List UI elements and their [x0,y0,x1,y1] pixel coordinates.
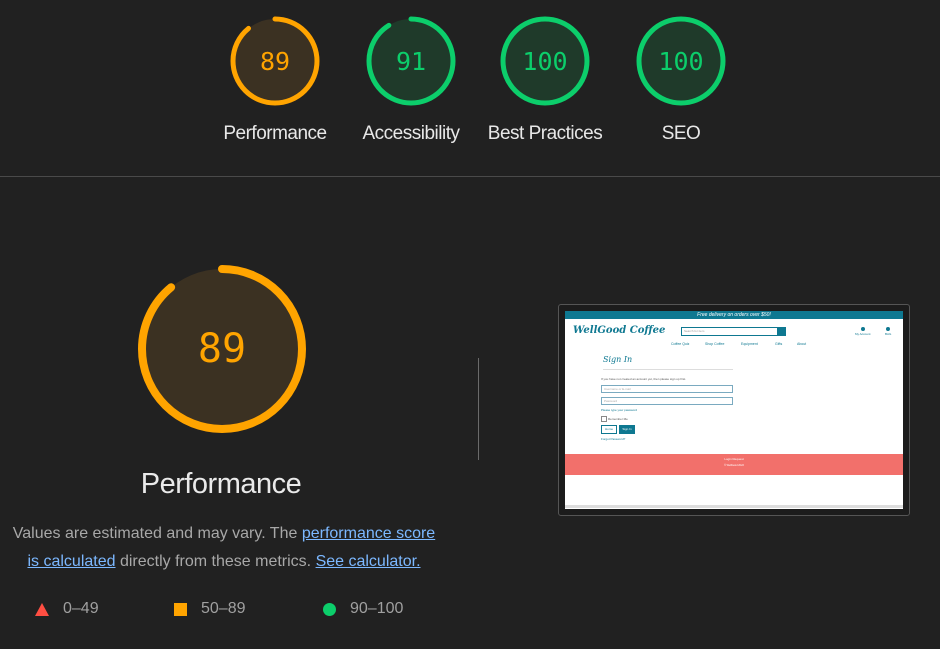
screenshot-footer: Login Request © WellGood 2022 [565,454,903,475]
screenshot-scrollbar [565,505,903,508]
gauge-performance-score: 89 [260,47,290,76]
screenshot-account: My Account [855,327,871,336]
screenshot-nav-item: Coffee Quiz [671,342,690,346]
performance-title: Performance [140,468,302,500]
gauge-performance-label: Performance [223,123,327,144]
legend-average: 50–89 [174,600,246,618]
gauge-best-practices-ring: 100 [500,16,590,106]
screenshot-title-rule [603,369,733,370]
gauge-seo-ring: 100 [636,16,726,106]
gauge-best-practices[interactable]: 100 Best Practices [488,14,603,144]
description-text-1: Values are estimated and may vary. The [12,525,302,542]
gauge-seo[interactable]: 100 SEO [634,14,728,144]
legend-pass: 90–100 [323,600,403,618]
page-screenshot-thumbnail[interactable]: Free delivery on orders over $50! WellGo… [558,304,910,516]
gauge-best-practices-label: Best Practices [487,123,603,144]
see-calculator-link[interactable]: See calculator. [316,553,421,570]
screenshot-home-button: Home [601,425,617,434]
legend-pass-range: 90–100 [350,600,404,617]
circle-icon [323,602,336,616]
screenshot-signin-button: Sign In [619,425,635,434]
screenshot-remember-checkbox [601,416,607,422]
screenshot-search-button [777,327,786,336]
performance-score: 89 [198,326,246,372]
gauge-accessibility[interactable]: 91 Accessibility [363,14,460,144]
screenshot-page: Free delivery on orders over $50! WellGo… [565,311,903,509]
screenshot-password-hint: Please type your password [601,408,638,412]
screenshot-nav-item: Shop Coffee [705,342,725,346]
triangle-icon [35,602,49,616]
screenshot-remember-label: Remember Me [608,417,628,421]
screenshot-bag-label: BAG [885,332,892,336]
header-divider [0,176,940,177]
score-legend: 0–49 50–89 90–100 [0,600,440,624]
screenshot-logo: WellGood Coffee [573,325,666,336]
bag-icon [886,327,891,331]
gauge-performance[interactable]: 89 Performance [223,14,327,144]
legend-fail-range: 0–49 [63,600,99,617]
screenshot-nav-item: About [797,342,807,346]
performance-description: Values are estimated and may vary. The p… [8,520,440,576]
screenshot-nav-item: Gifts [775,342,783,346]
screenshot-search-input: Search for item [681,327,781,336]
screenshot-username-field: Username or E-mail [601,385,733,393]
screenshot-account-label: My Account [855,332,871,336]
gauge-seo-label: SEO [661,123,701,144]
screenshot-bag: BAG [885,327,891,336]
performance-gauge: 89 [138,265,306,433]
section-divider [478,358,479,460]
legend-average-range: 50–89 [201,600,246,617]
gauge-accessibility-ring: 91 [366,16,456,106]
screenshot-footer-social: Login Request [724,457,744,461]
gauge-accessibility-label: Accessibility [362,123,460,144]
screenshot-promo-banner: Free delivery on orders over $50! [565,311,903,319]
gauge-performance-ring: 89 [230,16,320,106]
description-text-2: directly from these metrics. [115,553,316,570]
square-icon [174,602,187,616]
screenshot-forgot-link: Forgot Password? [601,437,626,441]
gauge-best-practices-score: 100 [522,47,567,76]
screenshot-intro: If you have not created an account yet, … [601,377,687,381]
screenshot-nav-item: Equipment [741,342,758,346]
screenshot-password-field: Password [601,397,733,405]
gauge-accessibility-score: 91 [396,47,426,76]
user-icon [860,327,865,331]
screenshot-footer-copyright: © WellGood 2022 [724,464,744,467]
screenshot-signin-title: Sign In [603,355,633,364]
gauge-seo-score: 100 [658,47,703,76]
legend-fail: 0–49 [35,600,99,618]
